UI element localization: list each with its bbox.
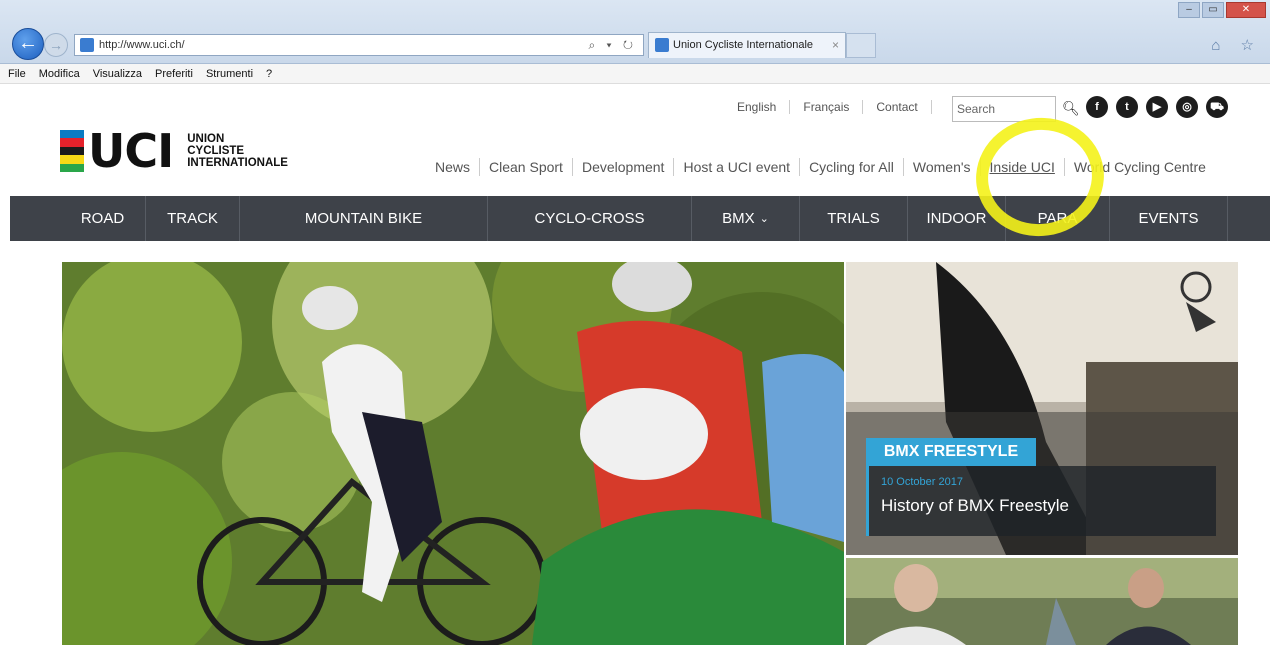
discipline-mountain-bike[interactable]: MOUNTAIN BIKE	[240, 196, 488, 241]
discipline-track[interactable]: TRACK	[146, 196, 240, 241]
menu-file[interactable]: File	[8, 68, 26, 80]
search-icon[interactable]: 🔍︎	[1062, 100, 1080, 117]
secondary-news-image[interactable]	[846, 558, 1238, 645]
tab-favicon-icon	[655, 38, 669, 52]
util-link-francais[interactable]: Français	[790, 100, 864, 114]
discipline-label: TRIALS	[827, 210, 880, 227]
nav-clean-sport[interactable]: Clean Sport	[480, 158, 573, 176]
tab-close-icon[interactable]: ×	[832, 33, 839, 57]
logo-stripe	[60, 163, 84, 173]
logo-letters: UCI	[88, 124, 174, 178]
tab-uci[interactable]: Union Cycliste Internationale ×	[648, 32, 846, 58]
logo-line-1: UNION	[187, 133, 225, 145]
web-page: UCI UNION CYCLISTE INTERNATIONALE Englis…	[0, 84, 1270, 645]
featured-date: 10 October 2017	[881, 476, 963, 488]
hero-illustration	[62, 262, 844, 645]
logo-stripe	[60, 146, 84, 156]
discipline-label: EVENTS	[1138, 210, 1199, 227]
home-favorites-icons[interactable]: ⌂ ☆	[1211, 36, 1262, 54]
nav-news[interactable]: News	[426, 158, 481, 176]
forward-button[interactable]: →	[44, 33, 68, 57]
featured-title[interactable]: History of BMX Freestyle	[881, 496, 1069, 516]
logo-line-2: CYCLISTE	[187, 145, 245, 157]
browser-chrome: – ▭ ✕ ← → http://www.uci.ch/ ⌕ ▾ ↻ Union…	[0, 0, 1270, 64]
uci-logo[interactable]: UCI UNION CYCLISTE INTERNATIONALE	[60, 128, 288, 174]
maximize-button[interactable]: ▭	[1202, 2, 1224, 18]
twitter-icon[interactable]: t	[1116, 96, 1138, 118]
tab-title: Union Cycliste Internationale	[673, 39, 814, 51]
featured-category-tag[interactable]: BMX FREESTYLE	[866, 438, 1036, 466]
chevron-down-icon: ⌄	[759, 213, 769, 225]
instagram-icon[interactable]: ◎	[1176, 96, 1198, 118]
youtube-icon[interactable]: ▶	[1146, 96, 1168, 118]
hero-image-cyclists[interactable]	[62, 262, 844, 645]
discipline-label: ROAD	[80, 210, 125, 227]
discipline-bmx[interactable]: BMX ⌄	[692, 196, 800, 241]
discipline-trials[interactable]: TRIALS	[800, 196, 908, 241]
discipline-label: TRACK	[167, 210, 218, 227]
discipline-road[interactable]: ROAD	[60, 196, 146, 241]
facebook-icon[interactable]: f	[1086, 96, 1108, 118]
menu-modifica[interactable]: Modifica	[39, 68, 80, 80]
utility-nav: English Français Contact	[724, 100, 932, 114]
logo-line-3: INTERNATIONALE	[187, 157, 288, 169]
address-tools[interactable]: ⌕ ▾ ↻	[588, 35, 637, 55]
discipline-label: BMX	[722, 210, 755, 227]
logo-wordmark: UNION CYCLISTE INTERNATIONALE	[187, 133, 288, 169]
discipline-label: CYCLO-CROSS	[534, 210, 645, 227]
secondary-illustration	[846, 558, 1238, 645]
nav-womens[interactable]: Women's	[904, 158, 981, 176]
discipline-label: INDOOR	[926, 210, 987, 227]
cart-icon[interactable]: ⛟	[1206, 96, 1228, 118]
address-bar[interactable]: http://www.uci.ch/ ⌕ ▾ ↻	[74, 34, 644, 56]
menu-preferiti[interactable]: Preferiti	[155, 68, 193, 80]
discipline-events[interactable]: EVENTS	[1110, 196, 1228, 241]
window-controls: – ▭ ✕	[1176, 2, 1266, 20]
close-window-button[interactable]: ✕	[1226, 2, 1266, 18]
discipline-cyclo-cross[interactable]: CYCLO-CROSS	[488, 196, 692, 241]
discipline-nav-spacer	[10, 196, 60, 241]
nav-host-event[interactable]: Host a UCI event	[674, 158, 801, 176]
minimize-button[interactable]: –	[1178, 2, 1200, 18]
menu-strumenti[interactable]: Strumenti	[206, 68, 253, 80]
menu-bar: File Modifica Visualizza Preferiti Strum…	[0, 64, 1270, 84]
logo-stripes	[60, 130, 84, 173]
nav-development[interactable]: Development	[573, 158, 675, 176]
logo-stripe	[60, 138, 84, 147]
logo-stripe	[60, 130, 84, 139]
social-icons: f t ▶ ◎ ⛟	[1086, 96, 1236, 118]
featured-caption[interactable]: 10 October 2017 History of BMX Freestyle	[866, 466, 1216, 536]
new-tab-button[interactable]	[846, 33, 876, 58]
menu-help[interactable]: ?	[266, 68, 272, 80]
util-link-english[interactable]: English	[724, 100, 791, 114]
menu-visualizza[interactable]: Visualizza	[93, 68, 142, 80]
util-link-contact[interactable]: Contact	[863, 100, 932, 114]
back-button[interactable]: ←	[12, 28, 44, 60]
logo-stripe	[60, 155, 84, 164]
url-text: http://www.uci.ch/	[99, 39, 185, 51]
discipline-label: MOUNTAIN BIKE	[304, 210, 423, 227]
nav-cycling-for-all[interactable]: Cycling for All	[800, 158, 904, 176]
site-favicon-icon	[80, 38, 94, 52]
